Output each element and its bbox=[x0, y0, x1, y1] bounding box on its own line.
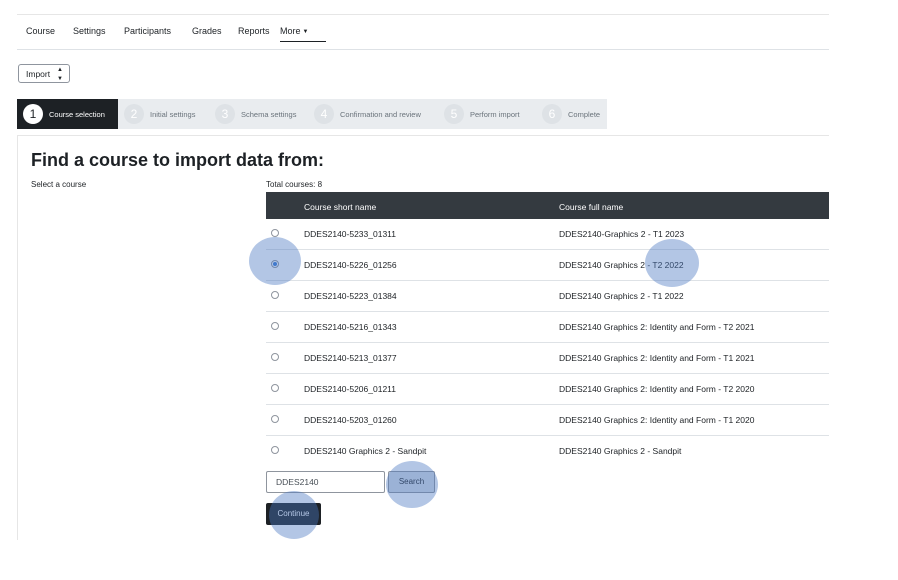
course-full-name: DDES2140 Graphics 2: Identity and Form -… bbox=[559, 353, 755, 363]
import-progress-steps: 1 Course selection 2 Initial settings 3 … bbox=[17, 99, 607, 129]
course-radio[interactable] bbox=[271, 291, 279, 299]
step-course-selection: 1 Course selection bbox=[17, 99, 118, 129]
course-short-name: DDES2140-5206_01211 bbox=[304, 384, 396, 394]
import-action-select-value: Import bbox=[26, 69, 51, 79]
course-short-name: DDES2140-5213_01377 bbox=[304, 353, 397, 363]
chevron-down-icon: ▼ bbox=[302, 29, 309, 35]
course-radio[interactable] bbox=[271, 229, 279, 237]
course-table: Course short name Course full name DDES2… bbox=[266, 192, 829, 466]
step-complete: 6 Complete bbox=[536, 99, 607, 129]
course-short-name: DDES2140-5203_01260 bbox=[304, 415, 397, 425]
course-search-input[interactable]: DDES2140 bbox=[266, 471, 385, 493]
nav-more-label: More bbox=[280, 26, 301, 36]
step-label: Course selection bbox=[49, 109, 105, 119]
table-row[interactable]: DDES2140-5216_01343 DDES2140 Graphics 2:… bbox=[266, 312, 829, 343]
course-full-name: DDES2140 Graphics 2: Identity and Form -… bbox=[559, 415, 755, 425]
page-title: Find a course to import data from: bbox=[31, 150, 325, 170]
step-number: 1 bbox=[23, 104, 43, 124]
step-label: Confirmation and review bbox=[340, 109, 421, 119]
search-button[interactable]: Search bbox=[388, 471, 435, 493]
course-radio[interactable] bbox=[271, 322, 279, 330]
step-perform-import: 5 Perform import bbox=[438, 99, 536, 129]
course-short-name: DDES2140-5233_01311 bbox=[304, 229, 396, 239]
course-radio[interactable] bbox=[271, 415, 279, 423]
import-action-select[interactable]: Import ▲ ▼ bbox=[18, 64, 70, 83]
select-arrows-icon: ▲ ▼ bbox=[57, 67, 63, 82]
table-row[interactable]: DDES2140-5223_01384 DDES2140 Graphics 2 … bbox=[266, 281, 829, 312]
course-full-name: DDES2140-Graphics 2 - T1 2023 bbox=[559, 229, 685, 239]
nav-reports[interactable]: Reports bbox=[238, 26, 270, 36]
course-full-name: DDES2140 Graphics 2 - T1 2022 bbox=[559, 291, 684, 301]
nav-course[interactable]: Course bbox=[26, 26, 55, 36]
step-number: 2 bbox=[124, 104, 144, 124]
table-row[interactable]: DDES2140-5226_01256 DDES2140 Graphics 2 … bbox=[266, 250, 829, 281]
course-short-name: DDES2140-5226_01256 bbox=[304, 260, 397, 270]
column-header-full-name: Course full name bbox=[559, 202, 624, 212]
table-row[interactable]: DDES2140-5206_01211 DDES2140 Graphics 2:… bbox=[266, 374, 829, 405]
step-initial-settings: 2 Initial settings bbox=[118, 99, 209, 129]
step-number: 6 bbox=[542, 104, 562, 124]
step-label: Complete bbox=[568, 109, 601, 119]
step-number: 4 bbox=[314, 104, 334, 124]
secondary-navigation: Course Settings Participants Grades Repo… bbox=[17, 15, 829, 50]
section-divider bbox=[17, 135, 829, 136]
nav-more[interactable]: More ▼ bbox=[280, 26, 326, 42]
nav-settings[interactable]: Settings bbox=[73, 26, 106, 36]
nav-participants[interactable]: Participants bbox=[124, 26, 171, 36]
table-row[interactable]: DDES2140-5233_01311 DDES2140-Graphics 2 … bbox=[266, 219, 829, 250]
step-confirmation-review: 4 Confirmation and review bbox=[308, 99, 438, 129]
course-short-name: DDES2140 Graphics 2 - Sandpit bbox=[304, 446, 427, 456]
step-label: Perform import bbox=[470, 109, 520, 119]
course-full-name: DDES2140 Graphics 2: Identity and Form -… bbox=[559, 384, 755, 394]
step-label: Initial settings bbox=[150, 109, 196, 119]
step-number: 3 bbox=[215, 104, 235, 124]
content-left-border bbox=[17, 136, 18, 540]
table-row[interactable]: DDES2140-5203_01260 DDES2140 Graphics 2:… bbox=[266, 405, 829, 436]
step-number: 5 bbox=[444, 104, 464, 124]
total-courses-count: Total courses: 8 bbox=[266, 180, 323, 189]
table-row[interactable]: DDES2140-5213_01377 DDES2140 Graphics 2:… bbox=[266, 343, 829, 374]
course-full-name: DDES2140 Graphics 2 - T2 2022 bbox=[559, 260, 684, 270]
column-header-short-name: Course short name bbox=[304, 202, 377, 212]
course-full-name: DDES2140 Graphics 2: Identity and Form -… bbox=[559, 322, 755, 332]
table-row[interactable]: DDES2140 Graphics 2 - Sandpit DDES2140 G… bbox=[266, 436, 829, 466]
course-full-name: DDES2140 Graphics 2 - Sandpit bbox=[559, 446, 682, 456]
step-label: Schema settings bbox=[241, 109, 297, 119]
select-course-label: Select a course bbox=[31, 180, 87, 189]
step-schema-settings: 3 Schema settings bbox=[209, 99, 308, 129]
course-radio[interactable] bbox=[271, 353, 279, 361]
table-header: Course short name Course full name bbox=[266, 192, 829, 219]
course-radio[interactable] bbox=[271, 446, 279, 454]
course-radio[interactable] bbox=[271, 384, 279, 392]
course-short-name: DDES2140-5223_01384 bbox=[304, 291, 397, 301]
course-short-name: DDES2140-5216_01343 bbox=[304, 322, 397, 332]
continue-button[interactable]: Continue bbox=[266, 503, 321, 525]
course-radio[interactable] bbox=[271, 260, 279, 268]
nav-grades[interactable]: Grades bbox=[192, 26, 222, 36]
